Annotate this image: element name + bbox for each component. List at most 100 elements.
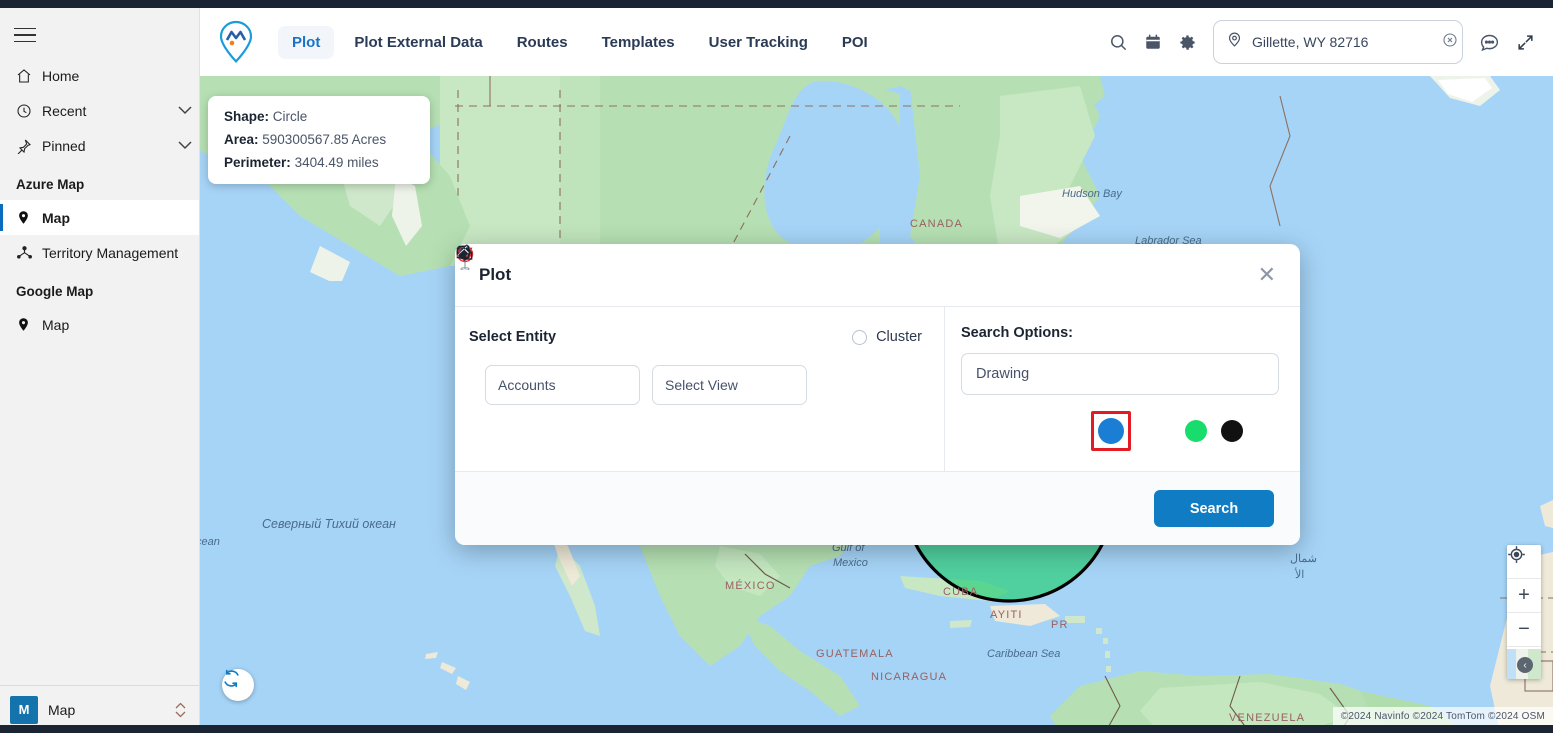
sidebar-group-google-map: Google Map <box>16 284 94 299</box>
rectangle-tool-icon[interactable] <box>456 245 1077 444</box>
tooltip-shape-row: Shape: Circle <box>224 109 414 124</box>
location-search-box[interactable] <box>1213 20 1463 64</box>
select-entity-header: Select Entity Cluster <box>469 329 922 345</box>
expand-arrows-icon[interactable] <box>1516 33 1535 52</box>
clear-circle-icon[interactable] <box>1442 32 1458 53</box>
left-sidebar: Home Recent Pinned Azure Map Map Territo… <box>0 8 200 733</box>
territory-icon <box>16 244 42 261</box>
sidebar-item-label: Map <box>42 209 70 226</box>
sidebar-item-google-map[interactable]: Map <box>0 307 199 342</box>
tab-routes[interactable]: Routes <box>503 26 582 59</box>
dialog-body: Select Entity Cluster Accounts Select Vi… <box>455 244 1300 471</box>
app-logo-icon[interactable] <box>214 18 258 66</box>
tooltip-shape-key: Shape: <box>224 109 270 124</box>
sidebar-item-home[interactable]: Home <box>0 58 199 93</box>
app-switcher-label: Map <box>48 701 76 718</box>
map-canvas[interactable]: Hudson Bay CANADA Labrador Sea Северный … <box>200 76 1553 725</box>
view-select-placeholder: Select View <box>665 377 738 393</box>
zoom-out-button[interactable]: − <box>1507 613 1541 647</box>
pin-icon <box>16 138 42 154</box>
calendar-icon[interactable] <box>1144 33 1162 51</box>
updown-caret-icon[interactable] <box>174 701 187 719</box>
dialog-footer: Search <box>455 471 1300 545</box>
drawing-tools <box>456 245 1276 451</box>
sidebar-item-label: Recent <box>42 102 87 119</box>
tooltip-perimeter-row: Perimeter: 3404.49 miles <box>224 155 414 170</box>
dialog-header: Plot ✕ <box>455 244 1300 307</box>
sidebar-item-recent[interactable]: Recent <box>0 93 199 128</box>
search-icon[interactable] <box>1109 33 1128 52</box>
search-button[interactable]: Search <box>1154 490 1274 527</box>
map-pin-icon <box>16 316 42 333</box>
zoom-in-button[interactable]: + <box>1507 579 1541 613</box>
circle-tool-icon[interactable] <box>456 245 1037 444</box>
chat-bubble-icon[interactable] <box>1479 32 1500 53</box>
close-icon[interactable]: ✕ <box>1258 264 1276 286</box>
sidebar-item-label: Pinned <box>42 137 86 154</box>
tab-plot-external-data[interactable]: Plot External Data <box>340 26 496 59</box>
search-options-label: Search Options: <box>961 325 1073 341</box>
tooltip-perimeter-value: 3404.49 miles <box>294 155 379 170</box>
sidebar-item-azure-map[interactable]: Map <box>0 200 199 235</box>
select-entity-label: Select Entity <box>469 329 557 345</box>
hamburger-icon[interactable] <box>14 22 42 48</box>
header-tabs: Plot Plot External Data Routes Templates… <box>278 25 882 59</box>
cluster-label: Cluster <box>876 329 922 345</box>
plot-dialog: Plot ✕ Select Entity Cluster Accounts Se… <box>455 244 1300 545</box>
sidebar-item-label: Home <box>42 67 80 84</box>
pencil-tool-icon[interactable] <box>457 246 1124 444</box>
view-select[interactable]: Select View <box>455 244 807 405</box>
map-controls: + − ‹ <box>1507 545 1541 679</box>
minimap-toggle[interactable]: ‹ <box>1507 647 1541 679</box>
cluster-radio[interactable] <box>852 329 868 345</box>
sidebar-item-label: Territory Management <box>42 244 179 261</box>
main-content: Plot Plot External Data Routes Templates… <box>200 8 1553 725</box>
search-option-value: Drawing <box>976 366 1030 382</box>
tooltip-shape-value: Circle <box>272 109 308 124</box>
window-top-bar <box>0 0 1553 8</box>
pencil-tool-selected-outline <box>457 246 1131 451</box>
chevron-down-icon[interactable] <box>171 141 199 150</box>
search-options-panel: Search Options: Drawing <box>455 244 1300 471</box>
dialog-title: Plot <box>479 265 512 284</box>
location-pin-icon <box>1226 31 1243 53</box>
entity-controls-row: Accounts Select View <box>455 244 922 405</box>
fill-color-swatch[interactable] <box>1185 420 1207 442</box>
sidebar-item-territory-management[interactable]: Territory Management <box>0 235 199 270</box>
search-option-select[interactable]: Drawing <box>455 244 1279 395</box>
tooltip-area-value: 590300567.85 Acres <box>262 132 387 147</box>
app-badge: M <box>10 695 38 724</box>
map-attribution: ©2024 Navinfo ©2024 TomTom ©2024 OSM <box>1332 707 1553 725</box>
gear-icon[interactable] <box>1178 33 1197 52</box>
sidebar-group-azure-map: Azure Map <box>16 177 85 192</box>
minimap-collapse-icon[interactable]: ‹ <box>1517 657 1533 673</box>
map-pin-icon <box>16 209 42 226</box>
refresh-icon[interactable] <box>222 669 254 701</box>
eraser-tool-icon[interactable] <box>458 247 1171 444</box>
window-bottom-bar <box>0 725 1553 733</box>
locate-me-icon[interactable] <box>1507 545 1541 579</box>
tab-poi[interactable]: POI <box>828 26 882 59</box>
header-actions <box>1109 20 1535 64</box>
cluster-toggle[interactable]: Cluster <box>852 329 922 345</box>
clock-icon <box>16 103 42 119</box>
chevron-down-icon[interactable] <box>171 106 199 115</box>
tooltip-perimeter-key: Perimeter: <box>224 155 291 170</box>
location-search-input[interactable] <box>1252 34 1433 50</box>
entity-select[interactable]: Accounts <box>455 244 640 405</box>
shape-info-tooltip: Shape: Circle Area: 590300567.85 Acres P… <box>208 96 430 184</box>
app-root: Home Recent Pinned Azure Map Map Territo… <box>0 0 1553 733</box>
sidebar-item-pinned[interactable]: Pinned <box>0 128 199 163</box>
select-entity-panel: Select Entity Cluster Accounts Select Vi… <box>455 244 945 471</box>
shape-select-icon[interactable] <box>456 245 997 444</box>
tooltip-area-key: Area: <box>224 132 259 147</box>
tab-user-tracking[interactable]: User Tracking <box>695 26 822 59</box>
entity-select-value: Accounts <box>498 377 556 393</box>
app-header: Plot Plot External Data Routes Templates… <box>200 8 1553 76</box>
tooltip-area-row: Area: 590300567.85 Acres <box>224 132 414 147</box>
stroke-color-swatch[interactable] <box>1221 420 1243 442</box>
tab-plot[interactable]: Plot <box>278 25 335 59</box>
sidebar-item-label: Map <box>42 316 70 333</box>
tab-templates[interactable]: Templates <box>588 26 689 59</box>
